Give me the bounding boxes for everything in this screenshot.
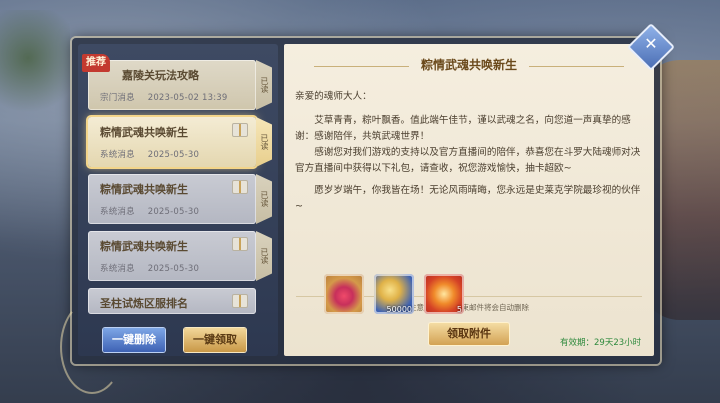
close-icon: ✕ xyxy=(644,34,658,54)
mail-item-title: 粽情武魂共唤新生 xyxy=(100,126,188,139)
mail-item-meta: 宗门消息 2023-05-02 13:39 xyxy=(100,91,238,103)
mail-detail-title: 粽情武魂共唤新生 xyxy=(420,58,517,72)
read-status-tab: 已读 xyxy=(256,231,272,281)
mail-body: 亲爱的魂师大人： 艾草青青，粽叶飘香。值此端午佳节，谨以武魂之名，向您道一声真挚… xyxy=(295,89,643,215)
recommend-tag: 推荐 xyxy=(82,54,110,72)
mail-paragraph-1: 艾草青青，粽叶飘香。值此端午佳节，谨以武魂之名，向您道一声真挚的感谢：感谢陪伴，… xyxy=(295,115,631,142)
gold-coin-icon[interactable]: 50000 xyxy=(374,274,414,314)
mail-item-date: 2023-05-02 13:39 xyxy=(147,93,228,103)
mail-item-5[interactable]: 圣柱试炼区服排名 xyxy=(88,288,256,314)
mail-item-category: 系统消息 xyxy=(100,150,135,160)
mail-item-1[interactable]: 嘉陵关玩法攻略 宗门消息 2023-05-02 13:39 已读 xyxy=(88,60,272,110)
validity-value: 29天23小时 xyxy=(594,338,642,348)
gift-icon xyxy=(232,294,248,308)
gift-icon xyxy=(232,180,248,194)
claim-attachment-button[interactable]: 领取附件 xyxy=(429,323,509,345)
gift-icon xyxy=(232,123,248,137)
mail-greeting: 亲爱的魂师大人： xyxy=(295,91,372,102)
mail-item-date: 2025-05-30 xyxy=(147,150,200,160)
mail-item-title: 圣柱试炼区服排名 xyxy=(100,297,188,310)
claim-all-button[interactable]: 一键领取 xyxy=(184,328,246,352)
title-divider-right xyxy=(529,66,624,67)
mail-item-category: 宗门消息 xyxy=(100,93,135,103)
read-status-tab: 已读 xyxy=(256,117,272,167)
read-status-tab: 已读 xyxy=(256,174,272,224)
mail-item-title: 粽情武魂共唤新生 xyxy=(100,240,188,253)
orb-icon[interactable]: 5 xyxy=(424,274,464,314)
gift-icon xyxy=(232,237,248,251)
validity-label: 有效期： xyxy=(560,338,595,348)
flower-icon[interactable] xyxy=(324,274,364,314)
mail-paragraph-2: 感谢您对我们游戏的支持以及官方直播间的陪伴，恭喜您在斗罗大陆魂师对决官方直播间中… xyxy=(295,147,641,174)
mail-item-title: 粽情武魂共唤新生 xyxy=(100,183,188,196)
attachment-count: 5 xyxy=(456,305,462,314)
mail-item-meta: 系统消息 2025-05-30 xyxy=(100,148,209,160)
mail-paragraph-3: 愿岁岁端午，你我皆在场！无论风雨晴晦，您永远是史莱克学院最珍视的伙伴~ xyxy=(295,185,641,212)
mail-item-meta: 系统消息 2025-05-30 xyxy=(100,205,209,217)
mail-item-date: 2025-05-30 xyxy=(147,207,200,217)
mail-item-3[interactable]: 粽情武魂共唤新生 系统消息 2025-05-30 已读 xyxy=(88,174,272,224)
read-status-tab: 已读 xyxy=(256,60,272,110)
mail-item-2[interactable]: 粽情武魂共唤新生 系统消息 2025-05-30 已读 xyxy=(88,117,272,167)
validity-info: 有效期：29天23小时 xyxy=(560,336,641,348)
mail-item-meta: 系统消息 2025-05-30 xyxy=(100,262,209,274)
mail-item-date: 2025-05-30 xyxy=(147,264,200,274)
mail-item-category: 系统消息 xyxy=(100,207,135,217)
delete-all-button[interactable]: 一键删除 xyxy=(103,328,165,352)
attachment-count: 50000 xyxy=(386,305,412,314)
mail-item-category: 系统消息 xyxy=(100,264,135,274)
mail-item-4[interactable]: 粽情武魂共唤新生 系统消息 2025-05-30 已读 xyxy=(88,231,272,281)
mail-item-title: 嘉陵关玩法攻略 xyxy=(122,69,199,82)
